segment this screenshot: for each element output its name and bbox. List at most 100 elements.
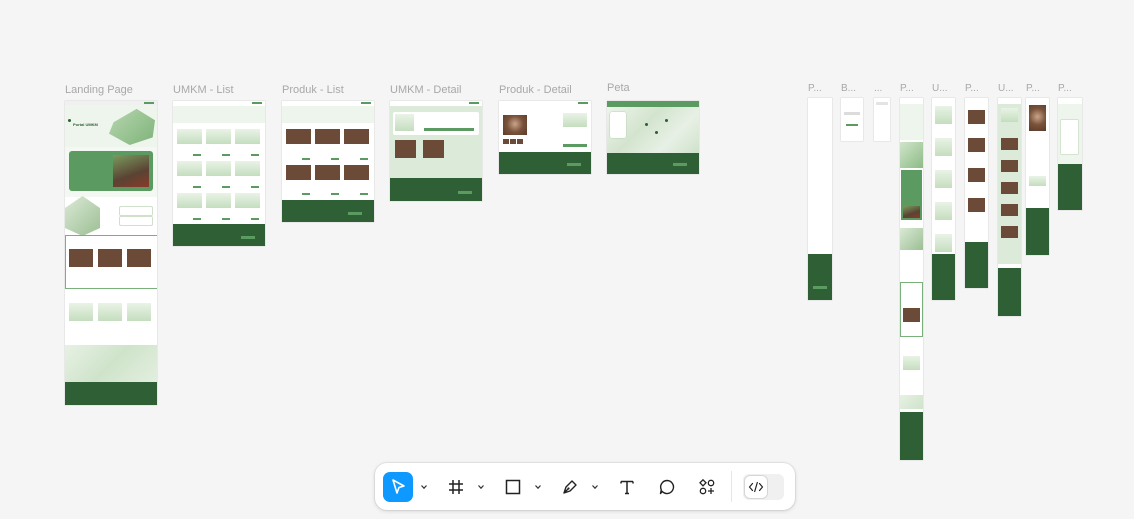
umkm-list-card: [177, 193, 202, 208]
mobile-7-product: [1001, 160, 1018, 172]
mobile-6-footer: [965, 242, 988, 288]
frame-mobile-3[interactable]: [874, 98, 890, 141]
umkm-list-card: [206, 161, 231, 176]
mobile-6-card: [968, 110, 985, 124]
chevron-down-icon[interactable]: [534, 483, 542, 491]
mobile-4-village-illustration: [900, 228, 923, 250]
umkm-list-card-button: [222, 186, 230, 188]
frame-produk-list[interactable]: [282, 101, 374, 222]
frame-label-mobile-5[interactable]: U...: [932, 83, 948, 94]
mobile-7-product: [1001, 138, 1018, 150]
mobile-4-footer: [900, 412, 923, 460]
frame-umkm-detail[interactable]: [390, 101, 482, 201]
landing-map-section: [65, 345, 157, 383]
peta-map-marker: [665, 119, 668, 122]
toolbar-divider: [731, 471, 732, 502]
frame-label-umkm-list[interactable]: UMKM - List: [173, 84, 234, 96]
rectangle-tool-button[interactable]: [498, 472, 528, 502]
move-tool-button[interactable]: [383, 472, 413, 502]
umkm-list-card: [206, 193, 231, 208]
frame-mobile-6[interactable]: [965, 98, 988, 288]
frame-label-mobile-6[interactable]: P...: [965, 83, 979, 94]
mobile-7-profile-image: [1001, 108, 1018, 122]
mobile-8-product-image: [1029, 105, 1046, 131]
frame-peta[interactable]: [607, 101, 699, 174]
frame-label-umkm-detail[interactable]: UMKM - Detail: [390, 84, 462, 96]
frame-label-produk-detail[interactable]: Produk - Detail: [499, 84, 572, 96]
produk-detail-main-image: [503, 115, 527, 135]
produk-detail-seller-image: [563, 113, 587, 127]
mobile-1-footer-button: [813, 286, 827, 289]
mobile-4-umkm-card: [903, 308, 920, 322]
frame-label-mobile-8[interactable]: P...: [1026, 83, 1040, 94]
landing-produk-card-1: [69, 303, 93, 321]
produk-list-card: [344, 129, 369, 144]
umkm-list-card: [235, 193, 260, 208]
text-tool-button[interactable]: [612, 472, 642, 502]
umkm-list-card-button: [251, 186, 259, 188]
produk-list-footer-button: [348, 212, 362, 215]
mobile-7-footer: [998, 268, 1021, 316]
frame-label-mobile-1[interactable]: P...: [808, 83, 822, 94]
mobile-5-card: [935, 106, 952, 124]
frame-umkm-list[interactable]: [173, 101, 265, 246]
frame-mobile-5[interactable]: [932, 98, 955, 300]
dev-mode-knob[interactable]: [745, 476, 767, 498]
umkm-detail-nav-button: [469, 102, 479, 104]
umkm-list-footer-button: [241, 236, 255, 239]
landing-stat-card-1: [119, 206, 153, 216]
frame-mobile-4[interactable]: [900, 98, 923, 460]
frame-tool-button[interactable]: [441, 472, 471, 502]
frame-mobile-1[interactable]: [808, 98, 832, 300]
mobile-5-footer: [932, 254, 955, 300]
rectangle-icon: [505, 479, 521, 495]
pen-tool-button[interactable]: [555, 472, 585, 502]
landing-umkm-card-1: [69, 249, 93, 267]
frame-label-mobile-2[interactable]: B...: [841, 83, 856, 94]
actions-tool-button[interactable]: [692, 472, 722, 502]
produk-list-header: [282, 106, 374, 123]
frame-mobile-9[interactable]: [1058, 98, 1082, 210]
landing-stat-card-2: [119, 216, 153, 226]
frame-produk-detail[interactable]: [499, 101, 591, 174]
mobile-7-product: [1001, 182, 1018, 194]
frame-mobile-2[interactable]: [841, 98, 863, 141]
produk-list-card: [344, 165, 369, 180]
chevron-down-icon[interactable]: [591, 483, 599, 491]
chevron-down-icon[interactable]: [477, 483, 485, 491]
umkm-list-card: [177, 161, 202, 176]
actions-icon: [699, 478, 715, 495]
produk-list-card: [315, 129, 340, 144]
umkm-detail-product-2: [423, 140, 444, 158]
peta-map-marker: [645, 123, 648, 126]
umkm-list-header: [173, 106, 265, 123]
produk-list-card-button: [331, 158, 339, 160]
dev-mode-toggle[interactable]: [743, 474, 784, 500]
landing-village-illustration: [65, 196, 100, 236]
produk-detail-thumb: [510, 139, 516, 144]
frame-label-mobile-3[interactable]: ...: [874, 83, 882, 94]
frame-landing-page[interactable]: Portal UMKM: [65, 101, 157, 405]
umkm-list-card: [177, 129, 202, 144]
mobile-9-filter-panel: [1061, 120, 1078, 154]
landing-nav-button: [144, 102, 154, 104]
produk-list-card: [286, 129, 311, 144]
mobile-2-button: [846, 124, 858, 126]
frame-label-mobile-9[interactable]: P...: [1058, 83, 1072, 94]
mobile-5-card: [935, 234, 952, 252]
umkm-list-nav-button: [252, 102, 262, 104]
frame-label-landing[interactable]: Landing Page: [65, 84, 133, 96]
frame-label-mobile-4[interactable]: P...: [900, 83, 914, 94]
frame-label-peta[interactable]: Peta: [607, 82, 630, 94]
frame-label-produk-list[interactable]: Produk - List: [282, 84, 344, 96]
frame-mobile-8[interactable]: [1026, 98, 1049, 255]
code-icon: [748, 481, 764, 493]
design-canvas[interactable]: Landing Page UMKM - List Produk - List U…: [0, 0, 1134, 519]
comment-tool-button[interactable]: [652, 472, 682, 502]
mobile-4-produk-card: [903, 356, 920, 370]
frame-label-mobile-7[interactable]: U...: [998, 83, 1014, 94]
mobile-6-card: [968, 168, 985, 182]
frame-mobile-7[interactable]: [998, 98, 1021, 316]
umkm-list-card-button: [193, 218, 201, 220]
chevron-down-icon[interactable]: [420, 483, 428, 491]
